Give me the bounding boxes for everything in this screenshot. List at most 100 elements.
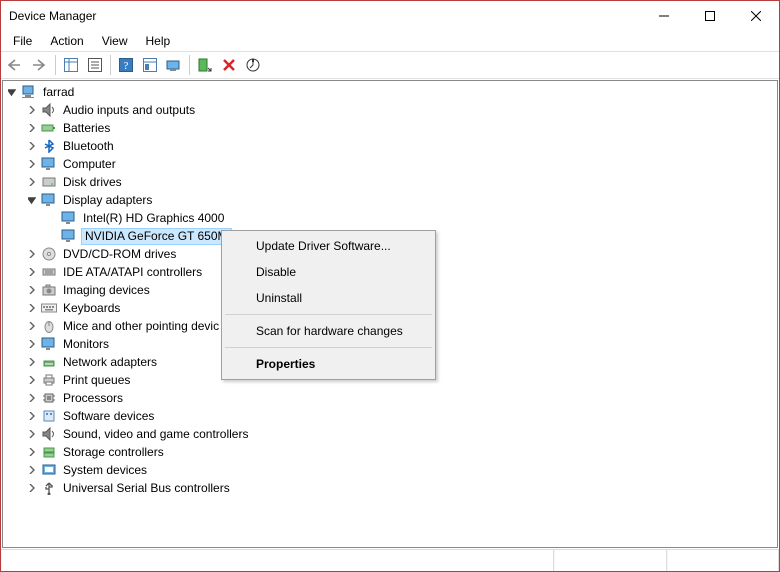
tree-node[interactable]: Disk drives xyxy=(25,173,777,191)
tree-node-label: DVD/CD-ROM drives xyxy=(61,245,178,263)
chevron-right-icon[interactable] xyxy=(25,355,39,369)
chevron-right-icon[interactable] xyxy=(25,283,39,297)
chevron-right-icon[interactable] xyxy=(25,175,39,189)
chevron-right-icon[interactable] xyxy=(25,391,39,405)
ctx-properties[interactable]: Properties xyxy=(224,351,433,377)
menu-action[interactable]: Action xyxy=(42,33,91,49)
monitor-icon xyxy=(41,192,57,208)
chevron-right-icon[interactable] xyxy=(25,319,39,333)
bluetooth-icon xyxy=(41,138,57,154)
printer-icon xyxy=(41,372,57,388)
tree-node[interactable]: Bluetooth xyxy=(25,137,777,155)
window-title: Device Manager xyxy=(9,9,641,23)
ctx-update-driver[interactable]: Update Driver Software... xyxy=(224,233,433,259)
help-button[interactable]: ? xyxy=(115,54,137,76)
chevron-down-icon[interactable] xyxy=(25,193,39,207)
ctx-disable[interactable]: Disable xyxy=(224,259,433,285)
tree-node[interactable]: Software devices xyxy=(25,407,777,425)
tree-node[interactable]: Processors xyxy=(25,389,777,407)
forward-button[interactable] xyxy=(29,54,51,76)
tree-node-label: Display adapters xyxy=(61,191,154,209)
status-cell xyxy=(667,550,779,571)
tree-node-label: NVIDIA GeForce GT 650M xyxy=(81,228,232,245)
system-icon xyxy=(41,462,57,478)
tree-node-label: Keyboards xyxy=(61,299,122,317)
window-controls xyxy=(641,1,779,31)
menu-help[interactable]: Help xyxy=(138,33,179,49)
chevron-right-icon[interactable] xyxy=(25,445,39,459)
menu-file[interactable]: File xyxy=(5,33,40,49)
ctx-scan[interactable]: Scan for hardware changes xyxy=(224,318,433,344)
enable-button[interactable] xyxy=(194,54,216,76)
update-button[interactable] xyxy=(242,54,264,76)
network-icon xyxy=(41,354,57,370)
tree-node-label: Computer xyxy=(61,155,118,173)
titlebar: Device Manager xyxy=(1,1,779,31)
tree-node[interactable]: System devices xyxy=(25,461,777,479)
device-tree[interactable]: farradAudio inputs and outputsBatteriesB… xyxy=(2,80,778,548)
tree-node-label: Disk drives xyxy=(61,173,124,191)
tree-node-label: Batteries xyxy=(61,119,112,137)
maximize-button[interactable] xyxy=(687,1,733,30)
ctx-uninstall[interactable]: Uninstall xyxy=(224,285,433,311)
speaker-icon xyxy=(41,426,57,442)
computer-icon xyxy=(21,84,37,100)
chevron-right-icon[interactable] xyxy=(25,427,39,441)
tree-node-label: IDE ATA/ATAPI controllers xyxy=(61,263,204,281)
tree-node[interactable]: Audio inputs and outputs xyxy=(25,101,777,119)
tree-node[interactable]: Sound, video and game controllers xyxy=(25,425,777,443)
scan-button[interactable] xyxy=(163,54,185,76)
chevron-right-icon[interactable] xyxy=(25,265,39,279)
monitor-icon xyxy=(41,336,57,352)
chevron-right-icon[interactable] xyxy=(25,409,39,423)
tree-node[interactable]: Storage controllers xyxy=(25,443,777,461)
menu-view[interactable]: View xyxy=(94,33,136,49)
tree-node[interactable]: Batteries xyxy=(25,119,777,137)
ctx-separator xyxy=(225,347,432,348)
chevron-right-icon[interactable] xyxy=(25,373,39,387)
toolbar: ? xyxy=(1,51,779,79)
show-hide-tree-button[interactable] xyxy=(60,54,82,76)
properties-button[interactable] xyxy=(84,54,106,76)
keyboard-icon xyxy=(41,300,57,316)
chevron-right-icon[interactable] xyxy=(25,139,39,153)
monitor-icon xyxy=(61,228,77,244)
tree-node-label: Storage controllers xyxy=(61,443,166,461)
chevron-right-icon[interactable] xyxy=(25,301,39,315)
disk-icon xyxy=(41,174,57,190)
ctx-separator xyxy=(225,314,432,315)
statusbar xyxy=(1,549,779,571)
tree-node-label: farrad xyxy=(41,83,76,101)
uninstall-button[interactable] xyxy=(218,54,240,76)
tree-root-node[interactable]: farrad xyxy=(5,83,777,101)
chevron-right-icon[interactable] xyxy=(25,157,39,171)
close-button[interactable] xyxy=(733,1,779,30)
tree-node-label: Software devices xyxy=(61,407,156,425)
tree-node-label: Sound, video and game controllers xyxy=(61,425,250,443)
chevron-down-icon[interactable] xyxy=(5,85,19,99)
storage-icon xyxy=(41,444,57,460)
menubar: File Action View Help xyxy=(1,31,779,51)
device-manager-window: Device Manager File Action View Help xyxy=(0,0,780,572)
status-cell xyxy=(554,550,666,571)
tree-node-label: Network adapters xyxy=(61,353,159,371)
software-icon xyxy=(41,408,57,424)
tree-node[interactable]: Display adapters xyxy=(25,191,777,209)
toolbar-separator xyxy=(55,55,56,75)
tree-node[interactable]: Intel(R) HD Graphics 4000 xyxy=(45,209,777,227)
chevron-right-icon[interactable] xyxy=(25,247,39,261)
chevron-right-icon[interactable] xyxy=(25,121,39,135)
chevron-right-icon[interactable] xyxy=(25,337,39,351)
minimize-button[interactable] xyxy=(641,1,687,30)
tree-node[interactable]: Computer xyxy=(25,155,777,173)
tree-node-label: Imaging devices xyxy=(61,281,152,299)
action-button[interactable] xyxy=(139,54,161,76)
cd-icon xyxy=(41,246,57,262)
chevron-right-icon[interactable] xyxy=(25,103,39,117)
back-button[interactable] xyxy=(5,54,27,76)
tree-node[interactable]: Universal Serial Bus controllers xyxy=(25,479,777,497)
chevron-right-icon[interactable] xyxy=(25,463,39,477)
mouse-icon xyxy=(41,318,57,334)
chevron-right-icon[interactable] xyxy=(25,481,39,495)
tree-node-label: Bluetooth xyxy=(61,137,116,155)
